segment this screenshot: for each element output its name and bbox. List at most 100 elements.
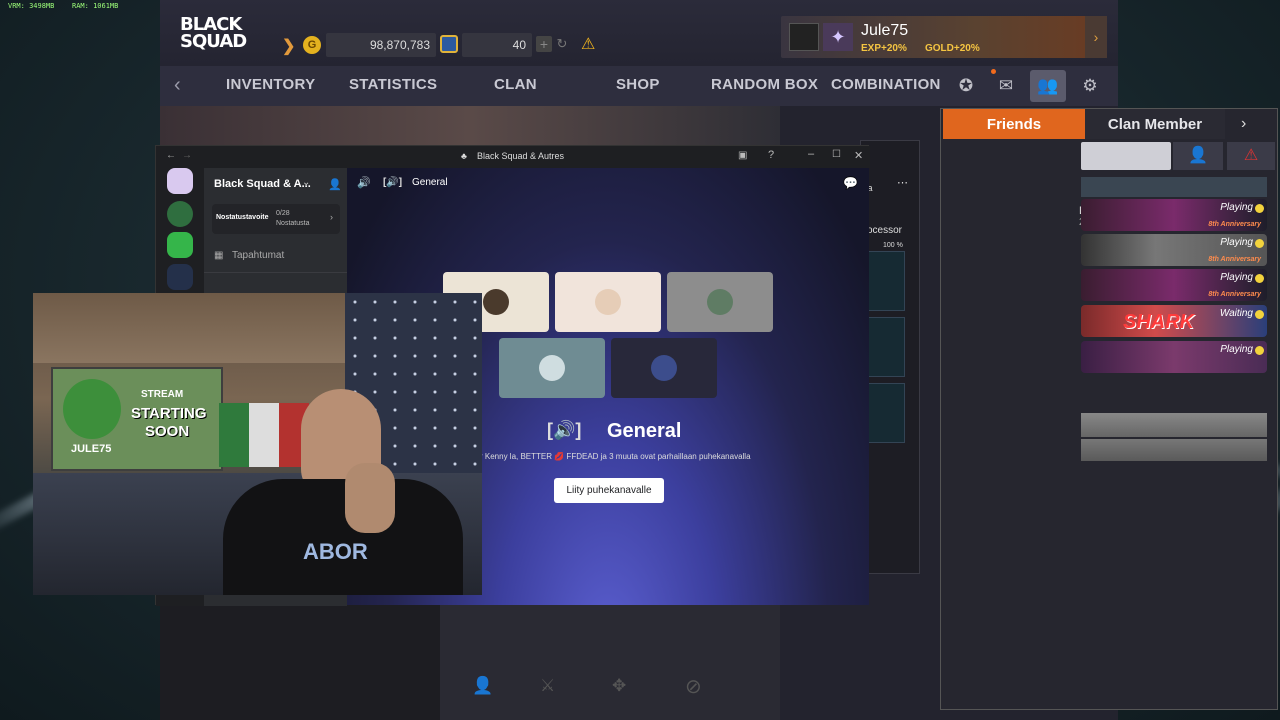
achievement-icon[interactable]: ✪ (948, 70, 984, 102)
server-dropdown-icon[interactable]: ⌄ (302, 177, 310, 188)
mail-icon[interactable]: ✉ (988, 70, 1024, 102)
gold-bonus: GOLD+20% (925, 43, 980, 54)
friend-search-input[interactable] (1081, 142, 1171, 170)
nav-inventory[interactable]: INVENTORY (226, 76, 315, 93)
poster-name: JULE75 (71, 443, 112, 455)
tab-friends[interactable]: Friends (943, 109, 1085, 139)
friends-tab-next-icon[interactable]: › (1241, 115, 1246, 133)
participant-tile-3[interactable] (667, 272, 773, 332)
help-icon[interactable]: ? (768, 149, 774, 161)
gold-counter: 98,870,783 (326, 33, 436, 57)
player-card[interactable]: ✦ Jule75 EXP+20% GOLD+20% › (781, 16, 1107, 58)
friend-row-2[interactable]: Playing 8th Anniversary (1081, 234, 1267, 266)
forward-arrow-icon[interactable]: → (182, 150, 192, 161)
boost-goal-bar[interactable]: Nostatustavoite 0/28 Nostatusta › (212, 204, 340, 234)
friend-status: Playing (1220, 237, 1253, 248)
nav-clan[interactable]: CLAN (494, 76, 537, 93)
friend-status: Waiting (1219, 308, 1253, 319)
cpu-graph-2 (865, 317, 905, 377)
server-avatar-4[interactable] (167, 264, 193, 290)
nav-combination[interactable]: COMBINATION (831, 76, 941, 93)
boost-sub: Nostatusta (276, 220, 310, 227)
server-name[interactable]: Black Squad & A... (214, 178, 311, 190)
poster-line-1: STREAM (141, 389, 184, 400)
shirt-print: ABOR (303, 539, 368, 564)
block-icon[interactable]: ⊘ (685, 674, 702, 699)
participant-avatar (707, 289, 733, 315)
block-list-icon[interactable]: ⚠ (1227, 142, 1275, 170)
friend-badge: 8th Anniversary (1208, 291, 1261, 298)
nav-statistics[interactable]: STATISTICS (349, 76, 437, 93)
turtle-mascot (63, 379, 121, 439)
speaker-bracket-icon: [🔊] (383, 177, 403, 188)
friend-row-empty-2 (1081, 439, 1267, 461)
perf-percent: 100 % (883, 242, 903, 249)
participant-tile-2[interactable] (555, 272, 661, 332)
friends-icon[interactable]: 👥 (1030, 70, 1066, 102)
server-icon-small: ♣ (461, 151, 467, 161)
lobby-bottom-panel (440, 605, 780, 720)
status-dot-icon (1255, 204, 1264, 213)
join-voice-button[interactable]: Liity puhekanavalle (554, 478, 664, 503)
participant-tile-5[interactable] (611, 338, 717, 398)
webcam-overlay: STREAM STARTING SOON JULE75 ABOR (33, 293, 482, 595)
server-avatar-2[interactable] (167, 201, 193, 227)
game-top-bar: BLACK SQUAD ❯ G 98,870,783 40 + ↻ ⚠ ✦ Ju… (160, 0, 1118, 66)
tab-clan-member[interactable]: Clan Member (1085, 109, 1225, 139)
events-link[interactable]: Tapahtumat (232, 250, 284, 261)
friend-row-4[interactable]: SHARK Waiting (1081, 305, 1267, 337)
refresh-icon[interactable]: ↻ (554, 36, 570, 52)
token-icon (440, 35, 458, 53)
stream-poster: STREAM STARTING SOON JULE75 (51, 367, 223, 471)
friend-row-3[interactable]: Playing 8th Anniversary (1081, 269, 1267, 301)
channel-header-name: General (412, 177, 448, 188)
nav-back-icon[interactable]: ‹ (174, 74, 181, 97)
friend-status: Playing (1220, 202, 1253, 213)
invite-icon[interactable]: 👤 (472, 676, 493, 696)
player-card-chevron-icon[interactable]: › (1085, 16, 1107, 58)
back-arrow-icon[interactable]: ← (166, 150, 176, 161)
maximize-icon[interactable]: ☐ (832, 149, 841, 160)
server-avatar-3[interactable] (167, 232, 193, 258)
more-options-icon[interactable]: ⋯ (897, 176, 908, 189)
streamer-shirt: ABOR (223, 479, 463, 595)
discord-title-bar: ← → ♣ Black Squad & Autres ▣ ? – ☐ ✕ (156, 146, 870, 168)
server-avatar-1[interactable] (167, 168, 193, 194)
window-title: Black Squad & Autres (477, 151, 565, 161)
boost-chevron-icon: › (330, 212, 333, 222)
voice-channel-icon: [🔊] (547, 420, 582, 440)
swap-icon[interactable]: ✥ (612, 676, 626, 696)
invite-people-icon[interactable]: 👤 (328, 178, 342, 191)
friends-panel: Friends Clan Member › 👤 ⚠ D 2) Playing 8… (940, 108, 1278, 710)
boost-label: Nostatustavoite (216, 214, 269, 221)
friend-row-5[interactable]: Playing (1081, 341, 1267, 373)
game-logo: BLACK SQUAD (180, 16, 247, 51)
participant-avatar (595, 289, 621, 315)
ram-readout: RAM: 1061MB (72, 2, 119, 10)
inbox-icon[interactable]: ▣ (738, 150, 747, 161)
friend-row-1[interactable]: Playing 8th Anniversary (1081, 199, 1267, 231)
cpu-graph-1 (865, 251, 905, 311)
clan-emblem (789, 23, 819, 51)
exp-bonus: EXP+20% (861, 43, 907, 54)
nav-shop[interactable]: SHOP (616, 76, 660, 93)
settings-gear-icon[interactable]: ⚙ (1072, 70, 1108, 102)
chat-bubble-icon[interactable]: 💬 (843, 176, 858, 190)
friend-status: Playing (1220, 344, 1253, 355)
add-token-icon[interactable]: + (536, 36, 552, 52)
streamer-hand (345, 463, 395, 533)
sidebar-divider (204, 272, 347, 273)
participant-avatar (651, 355, 677, 381)
voice-channel-title: General (607, 420, 682, 442)
friend-badge: 8th Anniversary (1208, 256, 1261, 263)
speaker-icon: 🔊 (357, 177, 371, 189)
poster-line-2: STARTING (131, 405, 207, 422)
nav-random-box[interactable]: RANDOM BOX (711, 76, 818, 93)
team-icon[interactable]: ⚔ (540, 676, 555, 696)
perf-label-processor: ocessor (867, 225, 903, 236)
close-icon[interactable]: ✕ (854, 149, 863, 162)
participant-tile-4[interactable] (499, 338, 605, 398)
minimize-icon[interactable]: – (808, 148, 814, 160)
warning-icon[interactable]: ⚠ (581, 34, 595, 54)
add-friend-icon[interactable]: 👤 (1173, 142, 1223, 170)
